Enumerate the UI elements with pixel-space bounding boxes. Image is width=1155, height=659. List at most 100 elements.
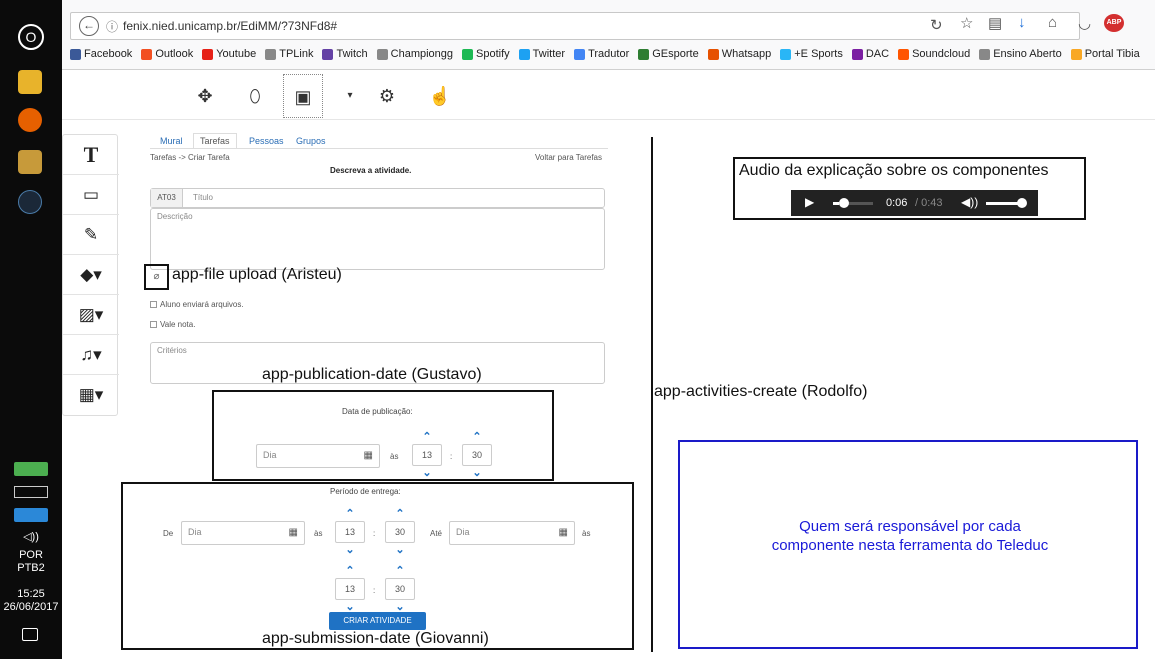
pocket-icon[interactable]: ◡ (1078, 14, 1091, 32)
tab-tarefas[interactable]: Tarefas (193, 133, 237, 148)
image-tool-icon[interactable]: ▨▾ (63, 295, 119, 335)
delivery-end-day-input[interactable]: Dia ▦ (449, 521, 575, 545)
comment-tool-icon[interactable]: ▭ (63, 175, 119, 215)
hour-down-chevron-icon[interactable]: ⌄ (417, 466, 437, 479)
bookmark-youtube[interactable]: Youtube (202, 48, 256, 60)
reload-icon[interactable]: ↻ (930, 16, 943, 34)
volume-icon[interactable]: ◁)) (0, 530, 62, 543)
bookmark-star-icon[interactable]: ☆ (960, 14, 973, 32)
minute-up-chevron-icon[interactable]: ⌃ (467, 430, 487, 443)
url-text[interactable]: fenix.nied.unicamp.br/EdiMM/?73NFd8# (123, 19, 337, 33)
start-button[interactable]: O (18, 24, 44, 50)
bookmark-label: Facebook (84, 48, 133, 60)
audio-player[interactable]: ▶ 0:06 / 0:43 ◀)) (791, 190, 1038, 216)
tray-lang-1[interactable]: POR (0, 549, 62, 561)
minute-down-chevron-icon[interactable]: ⌄ (390, 543, 410, 556)
checkbox-upload[interactable]: Aluno enviará arquivos. (150, 300, 244, 309)
bookmark-label: Twitch (336, 48, 368, 60)
tab-grupos[interactable]: Grupos (296, 136, 326, 146)
bookmark-label: Portal Tibia (1084, 48, 1140, 60)
bookmark-portal-tibia[interactable]: Portal Tibia (1070, 48, 1140, 60)
delivery-minute1-input[interactable]: 30 (385, 521, 415, 543)
file-explorer-icon[interactable] (18, 70, 42, 94)
bookmark-soundcloud[interactable]: Soundcloud (898, 48, 970, 60)
bookmark-spotify[interactable]: Spotify (462, 48, 510, 60)
breadcrumb[interactable]: Tarefas -> Criar Tarefa (150, 153, 230, 162)
calendar-icon[interactable]: ▦ (289, 527, 298, 538)
notification-icon[interactable] (22, 628, 38, 641)
back-arrow-icon[interactable]: ← (79, 16, 99, 36)
bookmark-ensino-aberto[interactable]: Ensino Aberto (979, 48, 1062, 60)
bookmark-championgg[interactable]: Championgg (376, 48, 453, 60)
eraser-icon[interactable]: ⬯ (240, 82, 270, 110)
tray-battery-icon[interactable] (14, 486, 48, 498)
steam-icon[interactable] (18, 190, 42, 214)
audio-scrub-handle[interactable] (839, 198, 849, 208)
minute-up-chevron-icon[interactable]: ⌃ (390, 564, 410, 577)
reading-list-icon[interactable]: ▤ (988, 14, 1002, 32)
download-icon[interactable]: ↓ (1018, 14, 1026, 31)
info-icon[interactable]: ⓘ (106, 18, 118, 35)
calendar-icon[interactable]: ▦ (364, 450, 373, 461)
publication-minute-input[interactable]: 30 (462, 444, 492, 466)
description-textarea[interactable]: Descrição (150, 208, 605, 270)
save-dropdown-chevron-icon[interactable]: ▾ (335, 82, 365, 110)
bookmark-facebook[interactable]: Facebook (70, 48, 132, 60)
tray-date[interactable]: 26/06/2017 (0, 601, 62, 613)
checkbox-grade-box[interactable] (150, 321, 157, 328)
bookmark-twitch[interactable]: Twitch (322, 48, 368, 60)
checkbox-upload-box[interactable] (150, 301, 157, 308)
text-tool-icon[interactable]: T (63, 135, 119, 175)
bookmark-e-sports[interactable]: +E Sports (780, 48, 843, 60)
back-link[interactable]: Voltar para Tarefas (535, 153, 602, 162)
address-bar[interactable]: ← ⓘ fenix.nied.unicamp.br/EdiMM/?73NFd8# (70, 12, 1080, 40)
pencil-tool-icon[interactable]: ✎ (63, 215, 119, 255)
music-tool-icon[interactable]: ♫▾ (63, 335, 119, 375)
publication-day-input[interactable]: Dia ▦ (256, 444, 380, 468)
delivery-hour1-input[interactable]: 13 (335, 521, 365, 543)
bookmark-whatsapp[interactable]: Whatsapp (707, 48, 771, 60)
move-icon[interactable]: ✥ (190, 82, 220, 110)
video-tool-icon[interactable]: ▦▾ (63, 375, 119, 415)
bookmark-tplink[interactable]: TPLink (265, 48, 313, 60)
adblock-icon[interactable]: ABP (1104, 14, 1124, 32)
delivery-minute2-input[interactable]: 30 (385, 578, 415, 600)
bookmark-dac[interactable]: DAC (851, 48, 889, 60)
hour-up-chevron-icon[interactable]: ⌃ (340, 507, 360, 520)
hour-up-chevron-icon[interactable]: ⌃ (417, 430, 437, 443)
league-client-icon[interactable] (18, 150, 42, 174)
calendar-icon[interactable]: ▦ (559, 527, 568, 538)
delivery-start-day-input[interactable]: Dia ▦ (181, 521, 305, 545)
tray-nvidia-icon[interactable] (14, 462, 48, 476)
tray-lang-2[interactable]: PTB2 (0, 562, 62, 574)
play-icon[interactable]: ▶ (805, 195, 814, 209)
bookmark-tradutor[interactable]: Tradutor (574, 48, 629, 60)
delivery-hour2-input[interactable]: 13 (335, 578, 365, 600)
bookmark-favicon-icon (979, 48, 991, 60)
hour-down-chevron-icon[interactable]: ⌄ (340, 543, 360, 556)
minute-down-chevron-icon[interactable]: ⌄ (467, 466, 487, 479)
tab-pessoas[interactable]: Pessoas (249, 136, 284, 146)
checkbox-grade[interactable]: Vale nota. (150, 320, 195, 329)
title-input[interactable]: Título (193, 193, 213, 202)
bookmark-gesporte[interactable]: GEsporte (638, 48, 699, 60)
bookmark-twitter[interactable]: Twitter (518, 48, 565, 60)
create-activity-button[interactable]: CRIAR ATIVIDADE (329, 612, 426, 630)
tab-mural[interactable]: Mural (160, 136, 183, 146)
firefox-icon[interactable] (18, 108, 42, 132)
tray-time[interactable]: 15:25 (0, 588, 62, 600)
home-icon[interactable]: ⌂ (1048, 14, 1057, 31)
audio-title: Audio da explicação sobre os componentes (739, 162, 1049, 179)
bookmark-outlook[interactable]: Outlook (141, 48, 193, 60)
volume-handle[interactable] (1017, 198, 1027, 208)
shapes-tool-icon[interactable]: ◆▾ (63, 255, 119, 295)
hand-pointer-icon[interactable]: ☝ (425, 82, 455, 110)
paperclip-icon[interactable]: ⌀ (144, 264, 169, 290)
publication-hour-input[interactable]: 13 (412, 444, 442, 466)
volume-speaker-icon[interactable]: ◀)) (961, 195, 978, 209)
save-icon[interactable]: ▣ (283, 74, 323, 118)
minute-up-chevron-icon[interactable]: ⌃ (390, 507, 410, 520)
settings-gears-icon[interactable]: ⚙ (372, 82, 402, 110)
hour-up-chevron-icon[interactable]: ⌃ (340, 564, 360, 577)
tray-network-icon[interactable] (14, 508, 48, 522)
